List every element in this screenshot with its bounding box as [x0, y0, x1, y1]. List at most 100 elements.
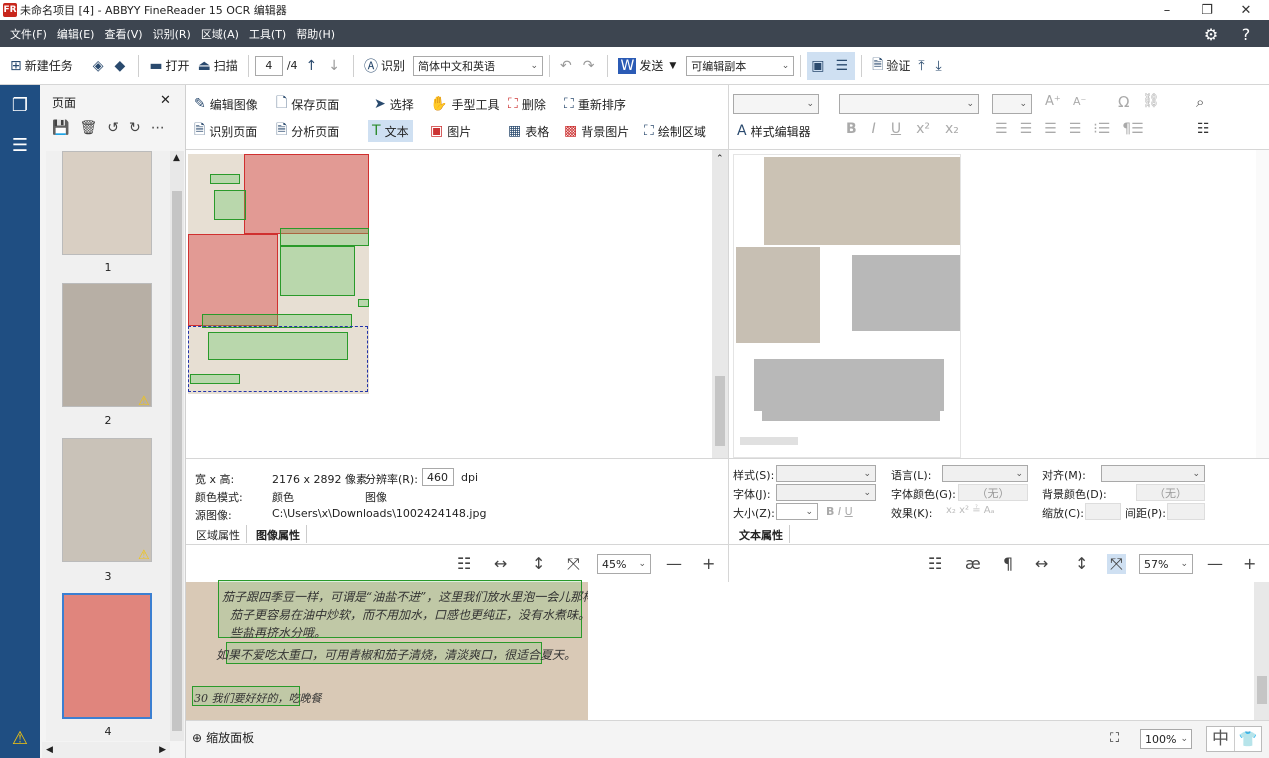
picture-area-button[interactable]: ▣ 图片 — [430, 120, 471, 142]
pages-icon[interactable]: ❐ — [0, 85, 40, 125]
menu-area[interactable]: 区域(A) — [196, 26, 244, 42]
fit-width-icon[interactable]: ↔ — [1035, 554, 1048, 573]
text-area[interactable] — [358, 299, 369, 307]
thumb-scrollbar[interactable]: ▲ — [170, 151, 184, 741]
prev-page-button[interactable]: ↑ — [302, 52, 325, 80]
next-page-button[interactable]: ↓ — [324, 52, 347, 80]
layers-button[interactable]: ◆ — [111, 52, 133, 80]
trash-icon[interactable]: 🗑 — [79, 120, 97, 136]
picture-area[interactable] — [188, 234, 278, 326]
superscript-icon[interactable]: x² — [916, 121, 930, 137]
zoom-out-icon[interactable]: — — [1207, 554, 1223, 573]
restore-button[interactable]: ❐ — [1190, 0, 1224, 20]
menu-tools[interactable]: 工具(T) — [244, 26, 291, 42]
select-tool-button[interactable]: ➤ 选择 — [374, 93, 414, 115]
menu-edit[interactable]: 编辑(E) — [52, 26, 100, 42]
reorder-button[interactable]: ⛶ 重新排序 — [564, 93, 626, 115]
text-area[interactable] — [280, 246, 355, 296]
text-view-toggle[interactable]: ☰ — [831, 51, 856, 80]
font-color-picker[interactable]: （无） — [958, 484, 1028, 501]
text-area-button[interactable]: T 文本 — [368, 120, 413, 142]
recognize-page-button[interactable]: 🗎 识别页面 — [194, 120, 257, 142]
status-zoom-select[interactable]: 100% ⌄ — [1140, 729, 1192, 749]
edit-image-button[interactable]: ✎ 编辑图像 — [194, 93, 258, 115]
style-prop-select[interactable]: ⌄ — [776, 465, 876, 482]
minimize-button[interactable]: – — [1150, 0, 1184, 20]
list-icon[interactable]: ☷ — [928, 554, 942, 573]
hand-tool-button[interactable]: ✋ 手型工具 — [430, 93, 499, 115]
text-area[interactable] — [210, 174, 240, 184]
font-size-select[interactable]: ⌄ — [992, 94, 1032, 114]
font-prop-select[interactable]: ⌄ — [776, 484, 876, 501]
fit-icon[interactable]: ⛶ — [1110, 731, 1119, 746]
font-grow-icon[interactable]: A⁺ — [1045, 94, 1061, 109]
scroll-thumb[interactable] — [172, 191, 182, 731]
page-thumbnail[interactable] — [62, 283, 152, 407]
rotate-left-icon[interactable]: ↺ — [107, 120, 119, 136]
style-editor-button[interactable]: A 样式编辑器 — [737, 120, 811, 142]
open-button[interactable]: ▬ 打开 — [145, 52, 193, 80]
thumb-hscrollbar[interactable]: ◀ ▶ — [42, 742, 170, 758]
list-icon[interactable]: ⁝☰ — [1093, 121, 1110, 137]
scroll-right-icon[interactable]: ▶ — [159, 745, 166, 755]
help-icon[interactable]: ? — [1236, 24, 1256, 44]
font-shrink-icon[interactable]: A⁻ — [1073, 95, 1086, 108]
scroll-left-icon[interactable]: ◀ — [46, 745, 53, 755]
menu-recognize[interactable]: 识别(R) — [148, 26, 196, 42]
selected-area-outline[interactable] — [188, 326, 368, 392]
fit-height-icon[interactable]: ↕ — [532, 554, 545, 573]
tab-image-properties[interactable]: 图像属性 — [250, 525, 307, 543]
align-left-icon[interactable]: ☰ — [995, 121, 1008, 137]
list-icon[interactable]: ☷ — [457, 554, 471, 573]
background-picture-button[interactable]: ▩ 背景图片 — [564, 120, 629, 142]
fit-page-icon[interactable]: ⤧ — [1107, 554, 1126, 574]
page-thumbnail[interactable] — [62, 151, 152, 255]
menu-view[interactable]: 查看(V) — [99, 26, 147, 42]
underline-icon[interactable]: U — [891, 121, 901, 137]
scroll-thumb[interactable] — [1257, 676, 1267, 704]
fit-height-icon[interactable]: ↕ — [1075, 554, 1088, 573]
warning-icon[interactable]: ⚠ — [0, 718, 40, 758]
zoom-out-icon[interactable]: — — [666, 554, 682, 573]
text-zoom-select[interactable]: 57% ⌄ — [1139, 554, 1193, 574]
rotate-right-icon[interactable]: ↻ — [129, 120, 141, 136]
style-select[interactable]: ⌄ — [733, 94, 819, 114]
align-right-icon[interactable]: ☰ — [1044, 121, 1057, 137]
language-prop-select[interactable]: ⌄ — [942, 465, 1028, 482]
draw-area-button[interactable]: ⛶ 绘制区域 — [644, 120, 706, 142]
page-number-input[interactable]: 4 — [254, 55, 283, 76]
close-button[interactable]: ✕ — [1229, 0, 1263, 20]
next-error-button[interactable]: ⤓ — [932, 52, 949, 80]
list-icon[interactable]: ☰ — [0, 125, 40, 165]
resolution-input[interactable]: 460 — [422, 468, 454, 486]
bold-icon[interactable]: B — [846, 121, 857, 137]
language-select[interactable]: 简体中文和英语 ⌄ — [413, 55, 544, 76]
text-scrollbar[interactable] — [1256, 150, 1269, 458]
justify-icon[interactable]: ☰ — [1069, 121, 1082, 137]
ligature-icon[interactable]: æ — [965, 554, 981, 573]
zoom-scrollbar[interactable] — [1254, 582, 1269, 720]
image-view-toggle[interactable]: ▣ — [807, 51, 832, 80]
prev-error-button[interactable]: ⤒ — [914, 52, 931, 80]
gear-icon[interactable]: ⚙ — [1201, 24, 1221, 44]
table-area-button[interactable]: ▦ 表格 — [508, 120, 549, 142]
tab-area-properties[interactable]: 区域属性 — [190, 525, 247, 543]
new-task-button[interactable]: ⊞ 新建任务 — [6, 52, 77, 80]
tab-text-properties[interactable]: 文本属性 — [733, 525, 790, 543]
scale-input[interactable] — [1085, 503, 1121, 520]
link-icon[interactable]: ⛓ — [1142, 93, 1160, 109]
more-icon[interactable]: ⋯ — [151, 120, 165, 136]
verify-button[interactable]: 🗎 验证 — [868, 52, 914, 80]
scan-button[interactable]: ⏏ 扫描 — [194, 52, 242, 80]
image-zoom-select[interactable]: 45% ⌄ — [597, 554, 651, 574]
zoom-in-icon[interactable]: + — [702, 554, 715, 573]
menu-file[interactable]: 文件(F) — [5, 26, 52, 42]
output-select[interactable]: 可编辑副本 ⌄ — [686, 55, 795, 76]
analyze-page-button[interactable]: 🗎 分析页面 — [276, 120, 339, 142]
scroll-up-icon[interactable]: ⌃ — [716, 154, 724, 164]
scroll-thumb[interactable] — [715, 376, 725, 446]
bg-color-picker[interactable]: （无） — [1136, 484, 1205, 501]
search-icon[interactable]: ⌕ — [1196, 93, 1204, 111]
redo-button[interactable]: ↷ — [579, 52, 602, 80]
spacing-input[interactable] — [1167, 503, 1205, 520]
